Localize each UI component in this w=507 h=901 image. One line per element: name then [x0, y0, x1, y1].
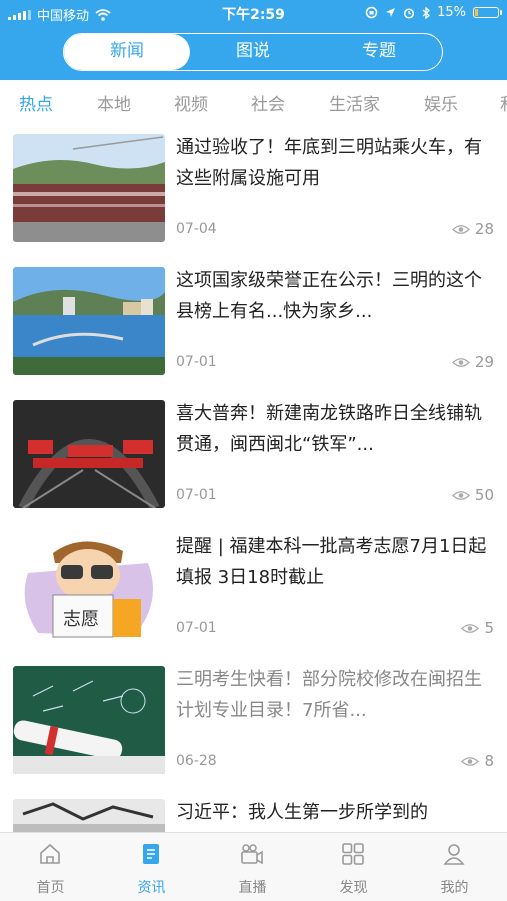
rotation-lock-icon: [365, 6, 378, 19]
tab-label: 首页: [36, 880, 65, 896]
view-count: 28: [451, 220, 494, 238]
news-date: 07-04: [176, 221, 217, 237]
view-count-value: 29: [474, 353, 494, 371]
category-society[interactable]: 社会: [251, 90, 285, 115]
view-count: 29: [451, 353, 494, 371]
news-title: 通过验收了！年底到三明站乘火车，有这些附属设施可用: [176, 137, 482, 189]
tab-label: 我的: [440, 880, 469, 896]
news-list: 通过验收了！年底到三明站乘火车，有这些附属设施可用 07-04 28 这项国家级…: [0, 122, 507, 832]
news-item[interactable]: 喜大普奔！新建南龙铁路昨日全线铺轨贯通，闽西闽北“铁军”... 07-01 50: [0, 388, 507, 521]
news-thumbnail: 志愿: [13, 533, 165, 641]
tab-label: 资讯: [137, 880, 166, 896]
news-item[interactable]: 习近平：我人生第一步所学到的: [0, 787, 507, 832]
view-count: 8: [461, 752, 494, 770]
tab-label: 发现: [339, 880, 368, 896]
view-count-value: 28: [474, 220, 494, 238]
view-count-value: 5: [484, 619, 494, 637]
view-count-value: 50: [474, 486, 494, 504]
status-bar: 中国移动 下午2:59 15%: [0, 0, 507, 26]
tab-bar: 首页 资讯 直播 发现 我的: [0, 832, 507, 901]
camera-icon: [241, 844, 263, 865]
battery-icon: [473, 7, 502, 18]
eye-icon: [461, 623, 480, 633]
news-title: 习近平：我人生第一步所学到的: [176, 802, 428, 823]
eye-icon: [451, 224, 470, 234]
bluetooth-icon: [422, 6, 431, 19]
eye-icon: [451, 357, 470, 367]
news-item[interactable]: 三明考生快看！部分院校修改在闽招生计划专业目录！7所省... 06-28 8: [0, 654, 507, 787]
category-more[interactable]: 和: [500, 90, 507, 115]
tab-me[interactable]: 我的: [404, 833, 505, 901]
view-count: 50: [451, 486, 494, 504]
svg-text:志愿: 志愿: [63, 609, 99, 630]
news-item[interactable]: 这项国家级荣誉正在公示！三明的这个县榜上有名...快为家乡... 07-01 2…: [0, 255, 507, 388]
alarm-icon: [404, 7, 415, 19]
app-header: 中国移动 下午2:59 15% 新闻 图说 专题: [0, 0, 507, 80]
home-icon: [40, 843, 60, 864]
category-hot[interactable]: 热点: [19, 90, 53, 115]
battery-percent: 15%: [437, 5, 466, 20]
news-thumbnail: [13, 799, 165, 832]
news-item[interactable]: 通过验收了！年底到三明站乘火车，有这些附属设施可用 07-04 28: [0, 122, 507, 255]
grid-icon: [342, 843, 364, 865]
news-title: 这项国家级荣誉正在公示！三明的这个县榜上有名...快为家乡...: [176, 270, 482, 322]
news-title: 三明考生快看！部分院校修改在闽招生计划专业目录！7所省...: [176, 669, 482, 721]
segment-control: 新闻 图说 专题: [63, 33, 443, 71]
news-thumbnail: [13, 134, 165, 242]
view-count-value: 8: [484, 752, 494, 770]
category-entertainment[interactable]: 娱乐: [424, 90, 458, 115]
tab-discover[interactable]: 发现: [303, 833, 404, 901]
tab-label: 直播: [238, 880, 267, 896]
segment-topics[interactable]: 专题: [316, 34, 442, 70]
category-local[interactable]: 本地: [97, 90, 131, 115]
segment-news[interactable]: 新闻: [64, 34, 190, 70]
news-date: 07-01: [176, 620, 217, 636]
news-date: 06-28: [176, 753, 217, 769]
category-bar: 热点 本地 视频 社会 生活家 娱乐 和: [0, 80, 507, 122]
tab-news[interactable]: 资讯: [101, 833, 202, 901]
category-video[interactable]: 视频: [174, 90, 208, 115]
eye-icon: [461, 756, 480, 766]
location-icon: [386, 8, 396, 17]
segment-pictures[interactable]: 图说: [190, 34, 316, 70]
news-icon: [143, 844, 159, 864]
news-thumbnail: [13, 267, 165, 375]
news-date: 07-01: [176, 354, 217, 370]
news-title: 喜大普奔！新建南龙铁路昨日全线铺轨贯通，闽西闽北“铁军”...: [176, 403, 482, 455]
tab-live[interactable]: 直播: [202, 833, 303, 901]
user-icon: [443, 844, 465, 865]
eye-icon: [451, 490, 470, 500]
news-thumbnail: [13, 400, 165, 508]
news-date: 07-01: [176, 487, 217, 503]
category-lifestyle[interactable]: 生活家: [329, 90, 380, 115]
view-count: 5: [461, 619, 494, 637]
news-thumbnail: [13, 666, 165, 774]
news-item[interactable]: 志愿 提醒 | 福建本科一批高考志愿7月1日起填报 3日18时截止 07-01 …: [0, 521, 507, 654]
news-title: 提醒 | 福建本科一批高考志愿7月1日起填报 3日18时截止: [176, 536, 487, 588]
tab-home[interactable]: 首页: [0, 833, 101, 901]
